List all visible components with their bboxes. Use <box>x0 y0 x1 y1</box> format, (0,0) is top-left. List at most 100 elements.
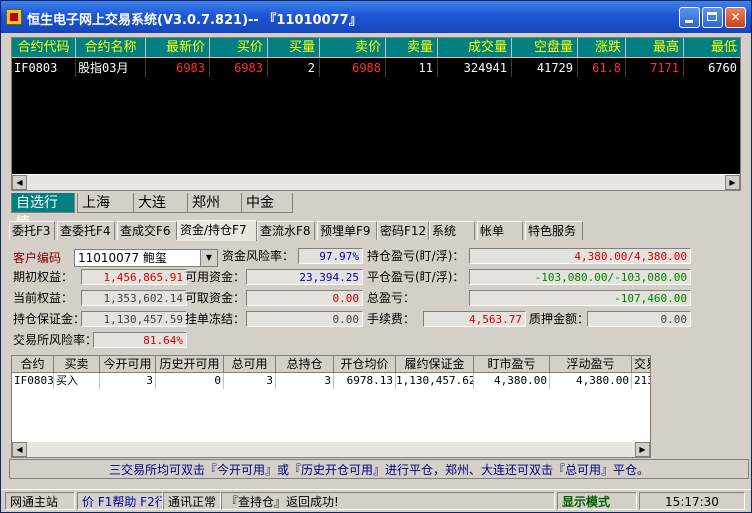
tab-market-cffex[interactable]: 中金 <box>241 193 293 213</box>
pos-header-mtm-pl[interactable]: 盯市盈亏 <box>474 356 550 373</box>
pos-header-contract[interactable]: 合约 <box>12 356 54 373</box>
col-header-bid[interactable]: 买价 <box>210 38 268 58</box>
total-pl-value: -107,460.00 <box>469 290 691 306</box>
cell-code: IF0803 <box>12 59 76 77</box>
chevron-down-icon[interactable]: ▼ <box>200 250 217 266</box>
tab-query-trades[interactable]: 查成交F6 <box>117 221 177 240</box>
pos-cell-margin[interactable]: 1,130,457.62 <box>396 373 474 389</box>
scroll-left-icon[interactable]: ◀ <box>12 175 27 190</box>
minimize-button[interactable] <box>679 7 700 28</box>
pos-cell-contract[interactable]: IF0803 <box>12 373 54 389</box>
pos-cell-mtm-pl[interactable]: 4,380.00 <box>474 373 550 389</box>
current-equity-label: 当前权益： <box>13 291 74 305</box>
pos-cell-today-avail[interactable]: 3 <box>100 373 156 389</box>
cell-high: 7171 <box>626 59 684 77</box>
positions-hscrollbar[interactable]: ◀ ▶ <box>12 442 650 457</box>
pledge-label: 质押金额： <box>529 312 590 326</box>
col-header-bid-vol[interactable]: 买量 <box>268 38 320 58</box>
tab-password[interactable]: 密码F12 <box>377 221 429 240</box>
frozen-value: 0.00 <box>246 311 363 327</box>
margin-value: 1,130,457.59 <box>81 311 187 327</box>
tab-funds-positions[interactable]: 资金/持仓F7 <box>177 220 257 241</box>
pos-header-exchange[interactable]: 交易 <box>632 356 650 373</box>
scroll-right-icon[interactable]: ▶ <box>725 175 740 190</box>
pos-cell-exchange[interactable]: 213 <box>632 373 650 389</box>
cell-bid: 6983 <box>210 59 268 77</box>
current-equity-value: 1,353,602.14 <box>81 290 187 306</box>
pos-cell-total-avail[interactable]: 3 <box>224 373 276 389</box>
available-funds-value: 23,394.25 <box>246 269 363 285</box>
pos-cell-avg-price[interactable]: 6978.13 <box>334 373 396 389</box>
pos-header-margin[interactable]: 履约保证金 <box>396 356 474 373</box>
fund-risk-value: 97.97% <box>298 248 363 264</box>
col-header-ask-vol[interactable]: 卖量 <box>386 38 438 58</box>
pos-header-total-avail[interactable]: 总可用 <box>224 356 276 373</box>
status-mode[interactable]: 显示模式 <box>557 492 637 510</box>
initial-equity-label: 期初权益： <box>13 270 74 284</box>
fee-label: 手续费： <box>367 312 416 326</box>
function-tabs: 委托F3 查委托F4 查成交F6 资金/持仓F7 查流水F8 预埋单F9 密码F… <box>9 220 749 241</box>
col-header-low[interactable]: 最低 <box>684 38 740 58</box>
status-time: 15:17:30 <box>639 492 745 510</box>
pos-cell-side[interactable]: 买入 <box>54 373 100 389</box>
pos-cell-total-pos[interactable]: 3 <box>276 373 334 389</box>
col-header-last[interactable]: 最新价 <box>146 38 210 58</box>
col-header-code[interactable]: 合约代码 <box>12 38 76 58</box>
title-bar[interactable]: 恒生电子网上交易系统(V3.0.7.821)-- 『11010077』 ✕ <box>1 1 751 33</box>
quote-row[interactable]: IF0803 股指03月 6983 6983 2 6988 11 324941 … <box>12 59 740 77</box>
withdrawable-funds-label: 可取资金： <box>185 291 246 305</box>
customer-select-value: 11010077 鲍玺 <box>78 251 167 265</box>
close-pl-label: 平仓盈亏(盯/浮)： <box>367 270 465 284</box>
maximize-button[interactable] <box>702 7 723 28</box>
col-header-high[interactable]: 最高 <box>626 38 684 58</box>
col-header-change[interactable]: 涨跌 <box>578 38 626 58</box>
tab-system[interactable]: 系统 <box>429 221 475 240</box>
available-funds-label: 可用资金： <box>185 270 246 284</box>
fee-value: 4,563.77 <box>423 311 526 327</box>
main-window: 恒生电子网上交易系统(V3.0.7.821)-- 『11010077』 ✕ 合约… <box>0 0 752 513</box>
cell-volume: 324941 <box>438 59 512 77</box>
pos-cell-hist-avail[interactable]: 0 <box>156 373 224 389</box>
pledge-value: 0.00 <box>587 311 691 327</box>
tab-market-shanghai[interactable]: 上海 <box>77 193 135 213</box>
tab-market-zhengzhou[interactable]: 郑州 <box>187 193 243 213</box>
scroll-right-icon[interactable]: ▶ <box>635 442 650 457</box>
tab-special-services[interactable]: 特色服务 <box>525 221 583 240</box>
col-header-volume[interactable]: 成交量 <box>438 38 512 58</box>
tab-market-custom[interactable]: 自选行情 <box>11 193 75 231</box>
tab-order[interactable]: 委托F3 <box>9 221 55 240</box>
positions-table[interactable]: 合约 买卖 今开可用 历史开可用 总可用 总持仓 开仓均价 履约保证金 盯市盈亏… <box>11 355 651 458</box>
pos-header-total-pos[interactable]: 总持仓 <box>276 356 334 373</box>
pos-header-avg-price[interactable]: 开仓均价 <box>334 356 396 373</box>
col-header-ask[interactable]: 卖价 <box>320 38 386 58</box>
quote-hscrollbar[interactable]: ◀ ▶ <box>12 174 740 190</box>
tab-query-flow[interactable]: 查流水F8 <box>257 221 315 240</box>
status-message: 『查持仓』返回成功! <box>221 492 555 510</box>
pos-cell-float-pl[interactable]: 4,380.00 <box>550 373 632 389</box>
pos-header-today-avail[interactable]: 今开可用 <box>100 356 156 373</box>
customer-select[interactable]: 11010077 鲍玺 ▼ <box>74 249 218 267</box>
tab-statement[interactable]: 帐单 <box>477 221 523 240</box>
quote-table[interactable]: 合约代码 合约名称 最新价 买价 买量 卖价 卖量 成交量 空盘量 涨跌 最高 … <box>11 37 741 191</box>
customer-code-label: 客户编码 <box>13 251 62 265</box>
tab-preorder[interactable]: 预埋单F9 <box>317 221 377 240</box>
withdrawable-funds-value: 0.00 <box>246 290 363 306</box>
scroll-left-icon[interactable]: ◀ <box>12 442 27 457</box>
pos-header-float-pl[interactable]: 浮动盈亏 <box>550 356 632 373</box>
pos-header-hist-avail[interactable]: 历史开可用 <box>156 356 224 373</box>
close-pl-value: -103,080.00/-103,080.00 <box>469 269 691 285</box>
col-header-name[interactable]: 合约名称 <box>76 38 146 58</box>
close-button[interactable]: ✕ <box>725 7 746 28</box>
tab-query-orders[interactable]: 查委托F4 <box>57 221 115 240</box>
pos-header-side[interactable]: 买卖 <box>54 356 100 373</box>
hint-text: 三交易所均可双击『今开可用』或『历史开仓可用』进行平仓，郑州、大连还可双击『总可… <box>9 459 749 479</box>
close-icon: ✕ <box>730 10 741 24</box>
col-header-oi[interactable]: 空盘量 <box>512 38 578 58</box>
tab-market-dalian[interactable]: 大连 <box>133 193 189 213</box>
cell-ask-vol: 11 <box>386 59 438 77</box>
quote-header: 合约代码 合约名称 最新价 买价 买量 卖价 卖量 成交量 空盘量 涨跌 最高 … <box>12 38 740 59</box>
status-bar: 网通主站 价 F1帮助 F2行 通讯正常 『查持仓』返回成功! 显示模式 15:… <box>1 489 751 512</box>
cell-oi: 41729 <box>512 59 578 77</box>
cell-bid-vol: 2 <box>268 59 320 77</box>
position-pl-value: 4,380.00/4,380.00 <box>469 248 691 264</box>
